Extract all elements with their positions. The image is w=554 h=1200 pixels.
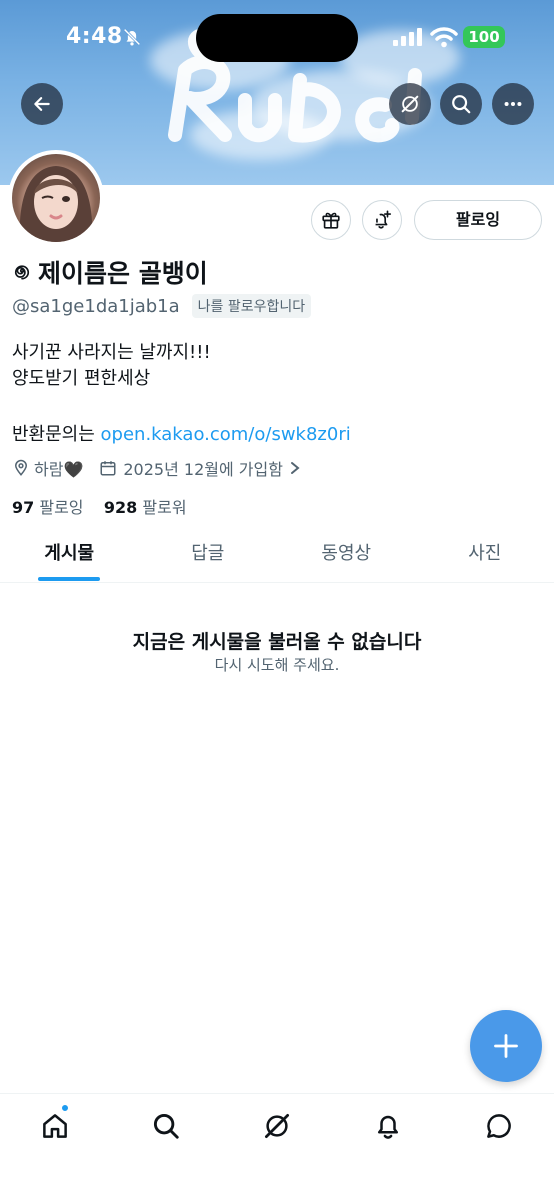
search-icon xyxy=(452,95,471,114)
gift-button[interactable] xyxy=(311,200,351,240)
plus-icon xyxy=(494,1034,518,1058)
followers-label: 팔로워 xyxy=(142,498,187,517)
search-icon xyxy=(153,1113,179,1139)
silent-mode-icon xyxy=(123,28,141,46)
compose-post-button[interactable] xyxy=(470,1010,542,1082)
follows-you-badge: 나를 팔로우합니다 xyxy=(191,294,312,318)
following-count: 97 xyxy=(12,498,35,517)
following-label: 팔로잉 xyxy=(39,498,84,517)
chevron-right-icon[interactable] xyxy=(289,461,301,475)
bio-line: 양도받기 편한세상 xyxy=(12,368,151,389)
bio-contact-link[interactable]: open.kakao.com/o/swk8z0ri xyxy=(101,424,351,445)
grok-icon xyxy=(265,1114,289,1138)
nav-grok[interactable] xyxy=(259,1108,295,1144)
profile-name-row: 제이름은 골뱅이 xyxy=(12,254,208,290)
nav-search[interactable] xyxy=(148,1108,184,1144)
empty-state-title: 지금은 게시물을 불러올 수 없습니다 xyxy=(132,631,422,653)
wifi-icon xyxy=(430,27,458,48)
home-icon xyxy=(43,1114,67,1138)
bio-line: 사기꾼 사라지는 날까지!!! xyxy=(12,342,211,363)
profile-tabs: 게시물 답글 동영상 사진 xyxy=(0,530,554,583)
profile-display-name: 제이름은 골뱅이 xyxy=(38,259,208,288)
cellular-signal-icon xyxy=(393,28,422,46)
dynamic-island xyxy=(196,14,358,62)
nav-home[interactable] xyxy=(37,1108,73,1144)
gift-icon xyxy=(322,212,340,229)
profile-bio: 사기꾼 사라지는 날까지!!! 양도받기 편한세상 xyxy=(12,340,211,392)
tab-videos[interactable]: 동영상 xyxy=(277,530,416,582)
spiral-emoji-icon xyxy=(14,265,30,280)
notify-button[interactable] xyxy=(362,200,402,240)
bio-contact-prefix: 반환문의는 xyxy=(12,424,101,445)
following-stat[interactable]: 97 팔로잉 xyxy=(12,498,84,517)
more-horizontal-icon xyxy=(504,101,522,107)
follow-stats: 97 팔로잉 928 팔로워 xyxy=(12,494,187,518)
tab-photos[interactable]: 사진 xyxy=(416,530,554,582)
followers-stat[interactable]: 928 팔로워 xyxy=(104,498,187,517)
notifications-icon xyxy=(378,1115,398,1139)
arrow-left-icon xyxy=(34,97,50,111)
handle-row: @sa1ge1da1jab1a 나를 팔로우합니다 xyxy=(12,294,312,318)
calendar-icon xyxy=(100,461,116,476)
profile-joined-date[interactable]: 2025년 12월에 가입함 xyxy=(123,456,283,480)
nav-messages[interactable] xyxy=(481,1108,517,1144)
bio-contact: 반환문의는 open.kakao.com/o/swk8z0ri xyxy=(12,420,351,446)
tab-replies[interactable]: 답글 xyxy=(139,530,278,582)
avatar-photo xyxy=(12,154,100,242)
grok-icon xyxy=(401,95,419,113)
home-unread-dot xyxy=(61,1104,69,1112)
bell-plus-icon xyxy=(375,210,392,229)
status-time: 4:48 xyxy=(66,24,123,49)
location-icon xyxy=(14,459,28,476)
battery-indicator: 100 xyxy=(463,26,505,48)
profile-search-button[interactable] xyxy=(440,83,482,125)
following-button[interactable]: 팔로잉 xyxy=(414,200,542,240)
empty-state-subtitle: 다시 시도해 주세요. xyxy=(214,656,340,674)
more-button[interactable] xyxy=(492,83,534,125)
tab-posts[interactable]: 게시물 xyxy=(0,530,139,582)
followers-count: 928 xyxy=(103,498,138,517)
nav-notifications[interactable] xyxy=(370,1108,406,1144)
status-bar: 4:48 100 xyxy=(0,0,554,75)
bottom-navigation xyxy=(0,1093,554,1200)
profile-location: 하람🖤 xyxy=(34,460,84,479)
profile-avatar[interactable] xyxy=(8,150,104,246)
profile-meta-row: 하람🖤 2025년 12월에 가입함 xyxy=(12,456,301,480)
back-button[interactable] xyxy=(21,83,63,125)
profile-handle: @sa1ge1da1jab1a xyxy=(12,295,180,317)
grok-button[interactable] xyxy=(389,83,431,125)
messages-icon xyxy=(487,1114,511,1138)
